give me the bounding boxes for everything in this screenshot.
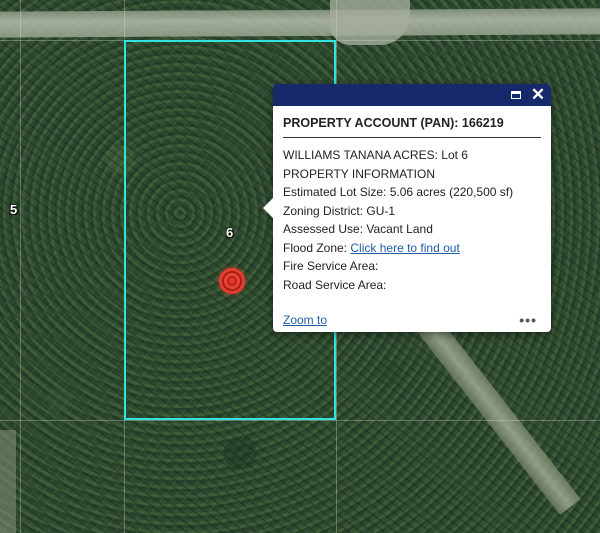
zoning-text: Zoning District: GU-1: [283, 203, 396, 218]
assessed-use-text: Assessed Use: Vacant Land: [283, 222, 433, 236]
subdivision-text: WILLIAMS TANANA ACRES: Lot 6: [283, 148, 468, 162]
grid-line: [20, 0, 21, 533]
popup-body: WILLIAMS TANANA ACRES: Lot 6 PROPERTY IN…: [273, 138, 551, 294]
flood-zone-label: Flood Zone:: [283, 240, 348, 255]
section-heading: PROPERTY INFORMATION: [283, 166, 436, 181]
flood-zone-link[interactable]: Click here to find out: [350, 241, 459, 255]
location-target-icon: [219, 268, 245, 294]
popup-pointer: [263, 198, 273, 218]
grid-line: [0, 420, 600, 421]
fire-service-text: Fire Service Area:: [283, 259, 379, 273]
maximize-icon[interactable]: [509, 88, 523, 102]
road-service-text: Road Service Area:: [283, 277, 387, 292]
popup-title: PROPERTY ACCOUNT (PAN): 166219: [283, 116, 541, 138]
road-top: [0, 8, 600, 38]
more-options-icon[interactable]: •••: [519, 312, 537, 328]
property-popup: ✕ PROPERTY ACCOUNT (PAN): 166219 WILLIAM…: [263, 84, 551, 332]
popup-footer: Zoom to •••: [283, 312, 537, 328]
flood-zone-row: Flood Zone: Click here to find out: [283, 239, 541, 258]
zoom-to-link[interactable]: Zoom to: [283, 313, 327, 327]
lot-label-6: 6: [226, 225, 234, 240]
popup-header: ✕: [273, 84, 551, 106]
close-icon[interactable]: ✕: [531, 86, 545, 103]
clearing: [330, 0, 410, 45]
map-view[interactable]: 5 6 ✕ PROPERTY ACCOUNT (PAN): 166219 WIL…: [0, 0, 600, 533]
lot-size-text: Estimated Lot Size: 5.06 acres (220,500 …: [283, 185, 514, 199]
lot-label-5: 5: [10, 202, 18, 217]
road-left: [0, 430, 16, 533]
